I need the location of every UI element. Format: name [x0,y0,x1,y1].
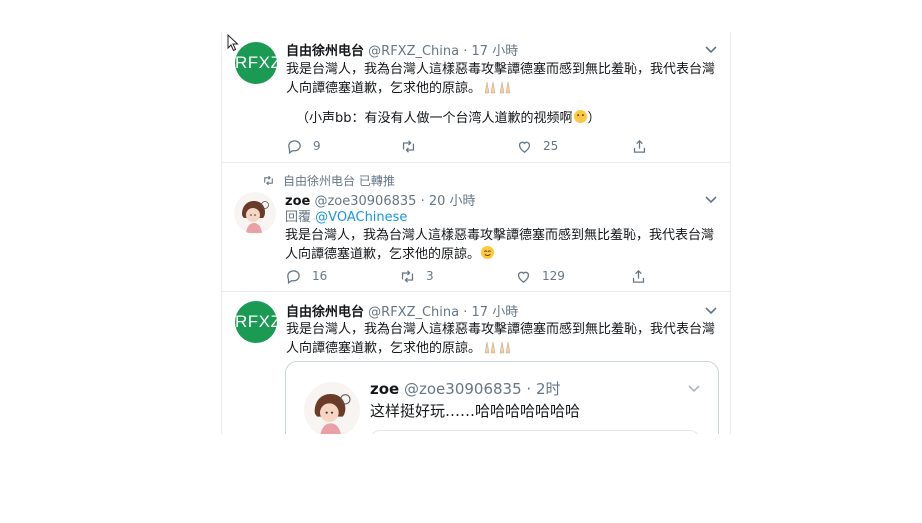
retweeted-by-label: 自由徐州电台 已轉推 [283,174,395,188]
tweet-text-line-content: 人向譚德塞道歉，乞求他的原諒。 [286,341,482,356]
tweet-actions: 16 3 129 [285,267,725,285]
share-icon [633,139,646,153]
quote-time[interactable]: · 2时 [526,380,560,398]
quote-media-edge [370,430,700,434]
girl-avatar-illustration [304,382,360,434]
tweet-header: zoe @zoe30906835 · 20 小時 [285,190,476,209]
author-name[interactable]: 自由徐州电台 [286,44,364,59]
reply-to-line: 回覆 @VOAChinese [285,208,407,227]
girl-avatar-illustration [234,192,276,234]
tweet-extra-end: ） [587,111,601,126]
chevron-down-icon[interactable] [703,302,719,318]
cursor-icon [227,34,239,52]
retweet-icon [401,269,414,283]
chevron-down-icon[interactable] [703,41,719,57]
chevron-down-icon[interactable] [703,191,719,207]
pray-emoji [481,340,515,360]
tweet-text-line-content: 人向譚德塞道歉，乞求他的原諒。 [286,81,482,96]
avatar[interactable] [304,382,360,434]
quote-text: 这样挺好玩……哈哈哈哈哈哈哈 [370,402,581,420]
author-name[interactable]: zoe [285,194,310,209]
tweet-text: 我是台灣人，我為台灣人這樣惡毒攻擊譚德塞而感到無比羞恥，我代表台灣 人向譚德塞道… [286,320,716,360]
like-count: 25 [543,139,559,153]
share-icon [632,269,645,283]
avatar[interactable]: RFXZ [235,42,277,84]
reply-to-handle[interactable]: @VOAChinese [315,210,407,225]
reply-button[interactable]: 16 [285,267,327,285]
like-icon [517,271,530,283]
like-icon [518,141,531,153]
quote-author-handle[interactable]: @zoe30906835 [404,380,522,398]
avatar-text: RFXZ [235,312,277,331]
retweeted-by[interactable]: 自由徐州电台 已轉推 [262,172,395,189]
like-count: 129 [542,269,565,283]
retweet-icon [264,175,273,186]
reply-count: 16 [312,269,328,283]
reply-icon [287,269,300,284]
tweet[interactable]: RFXZ 自由徐州电台 @RFXZ_China · 17 小時 我是台灣人，我為… [222,32,730,163]
tweet-time[interactable]: · 20 小時 [421,194,476,209]
reply-icon [288,139,301,154]
tweet-text-line: 我是台灣人，我為台灣人這樣惡毒攻擊譚德塞而感到無比羞恥，我代表台灣 [285,228,715,243]
tweet-actions: 9 25 [286,137,726,155]
tweet-header: 自由徐州电台 @RFXZ_China · 17 小時 [286,40,518,59]
tweet-text-line: 人向譚德塞道歉，乞求他的原諒。 [286,339,716,360]
pray-emoji [481,80,515,100]
avatar-text: RFXZ [235,53,277,72]
quoted-tweet[interactable]: zoe @zoe30906835 · 2时 这样挺好玩……哈哈哈哈哈哈哈 [285,361,719,434]
tweet-text-line-content: 人向譚德塞道歉，乞求他的原諒。 [285,247,481,262]
reply-count: 9 [313,139,321,153]
tweet-extra-content: （小声bb：有没有人做一个台湾人道歉的视频啊 [296,111,573,126]
chevron-down-icon[interactable] [686,380,702,396]
quote-author-name[interactable]: zoe [370,380,399,398]
tweet-text-line: 人向譚德塞道歉，乞求他的原諒。 [285,245,715,266]
author-handle[interactable]: @RFXZ_China [368,305,459,320]
avatar[interactable]: RFXZ [235,301,277,343]
retweet-count: 3 [426,269,434,283]
share-button[interactable] [631,137,658,155]
shush-emoji [573,109,588,130]
like-button[interactable]: 129 [515,267,565,285]
like-button[interactable]: 25 [516,137,558,155]
author-name[interactable]: 自由徐州电台 [286,305,364,320]
tweet-text-line: 我是台灣人，我為台灣人這樣惡毒攻擊譚德塞而感到無比羞恥，我代表台灣 [286,62,716,77]
quote-header: zoe @zoe30906835 · 2时 [370,378,561,399]
tweet[interactable]: 自由徐州电台 已轉推 zoe @zoe30906835 · 20 小時 回覆 @… [222,162,730,292]
reply-to-label: 回覆 [285,210,312,225]
author-handle[interactable]: @RFXZ_China [368,44,459,59]
timeline: RFXZ 自由徐州电台 @RFXZ_China · 17 小時 我是台灣人，我為… [221,32,731,434]
retweet-button[interactable] [400,137,427,155]
share-button[interactable] [630,267,657,285]
author-handle[interactable]: @zoe30906835 [314,194,416,209]
tweet-time[interactable]: · 17 小時 [463,305,518,320]
tweet-header: 自由徐州电台 @RFXZ_China · 17 小時 [286,301,518,320]
avatar[interactable] [234,192,276,234]
retweet-icon [402,139,415,153]
reply-button[interactable]: 9 [286,137,321,155]
smile-emoji [480,245,495,266]
tweet-extra-text: （小声bb：有没有人做一个台湾人道歉的视频啊 ） [296,109,726,130]
tweet-text: 我是台灣人，我為台灣人這樣惡毒攻擊譚德塞而感到無比羞恥，我代表台灣 人向譚德塞道… [285,226,715,266]
retweet-button[interactable]: 3 [399,267,434,285]
tweet-text: 我是台灣人，我為台灣人這樣惡毒攻擊譚德塞而感到無比羞恥，我代表台灣 人向譚德塞道… [286,60,716,100]
tweet-text-line: 我是台灣人，我為台灣人這樣惡毒攻擊譚德塞而感到無比羞恥，我代表台灣 [286,322,716,337]
tweet-text-line: 人向譚德塞道歉，乞求他的原諒。 [286,79,716,100]
tweet-time[interactable]: · 17 小時 [463,44,518,59]
